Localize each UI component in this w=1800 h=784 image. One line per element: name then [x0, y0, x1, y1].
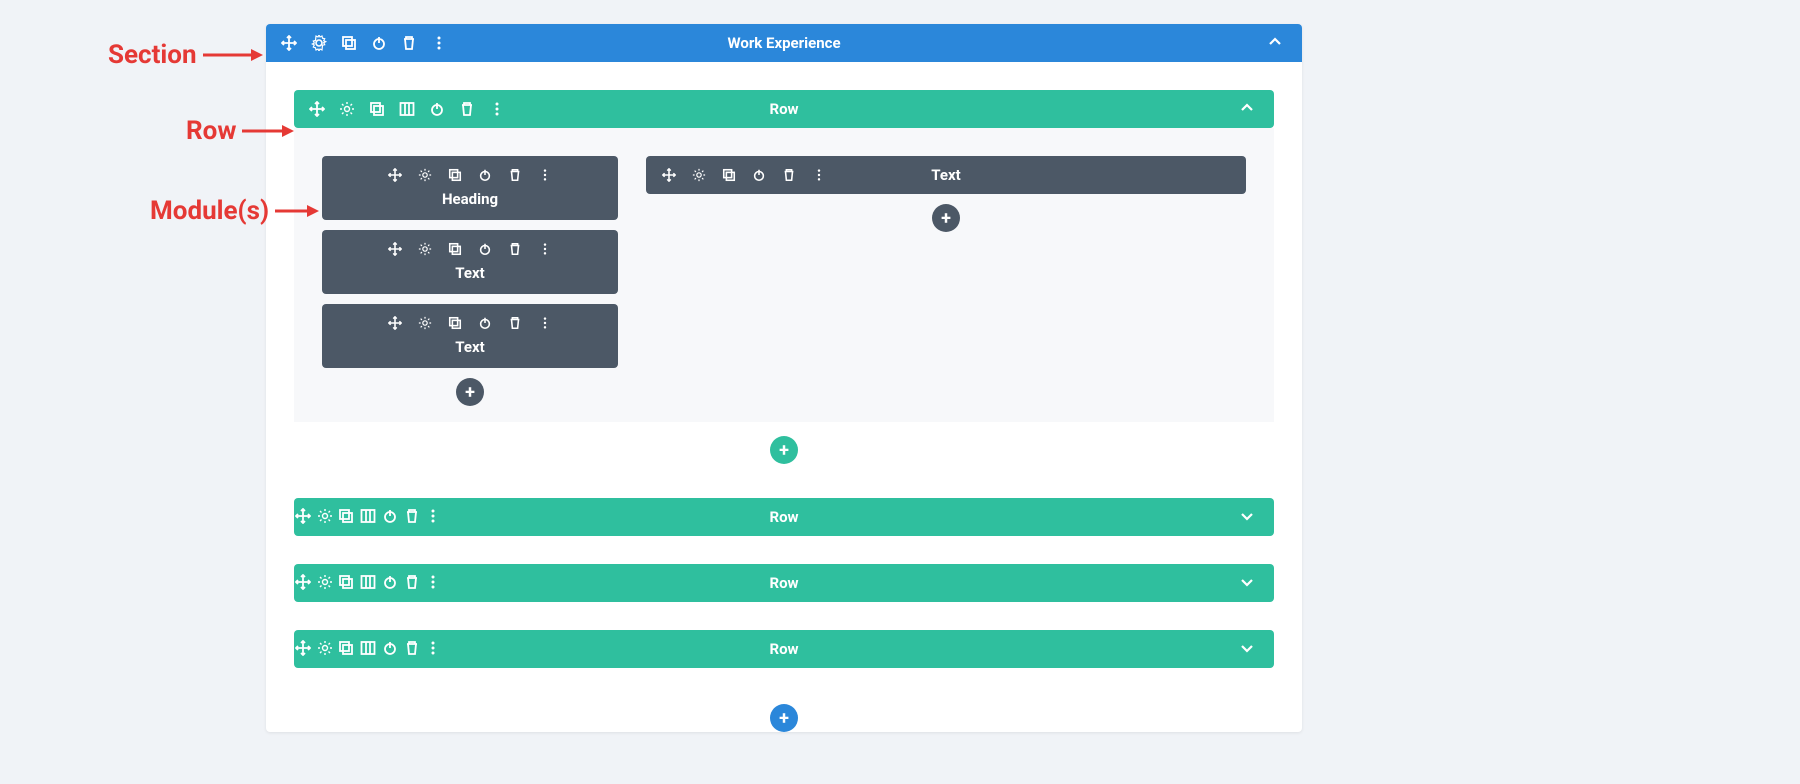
section-header[interactable]: Work Experience: [266, 24, 1302, 62]
duplicate-icon[interactable]: [446, 166, 464, 184]
power-icon[interactable]: [370, 34, 388, 52]
annotation-row: Row: [186, 116, 294, 146]
module-label: Text: [322, 264, 618, 282]
add-module-button[interactable]: +: [932, 204, 960, 232]
row-collapsed[interactable]: Row: [294, 564, 1274, 602]
power-icon[interactable]: [428, 100, 446, 118]
annotation-modules: Module(s): [150, 196, 319, 226]
power-icon[interactable]: [476, 166, 494, 184]
arrow-icon: [203, 47, 263, 63]
columns-icon[interactable]: [398, 100, 416, 118]
duplicate-icon[interactable]: [446, 240, 464, 258]
chevron-up-icon: [1238, 99, 1256, 117]
power-icon[interactable]: [476, 314, 494, 332]
row-header[interactable]: Row: [294, 90, 1274, 128]
more-icon[interactable]: [430, 34, 448, 52]
trash-icon[interactable]: [506, 166, 524, 184]
add-section-button[interactable]: +: [770, 704, 798, 732]
add-module-button[interactable]: +: [456, 378, 484, 406]
column-right: Text +: [646, 156, 1246, 232]
module-text[interactable]: Text: [322, 304, 618, 368]
duplicate-icon[interactable]: [340, 34, 358, 52]
power-icon[interactable]: [476, 240, 494, 258]
plus-icon: +: [779, 440, 789, 461]
row-title: Row: [769, 640, 798, 658]
add-row-button[interactable]: +: [770, 436, 798, 464]
gear-icon[interactable]: [310, 34, 328, 52]
section-toolbar: [266, 34, 462, 52]
annotation-section: Section: [108, 40, 263, 70]
annotation-row-label: Row: [186, 116, 236, 146]
gear-icon[interactable]: [416, 240, 434, 258]
annotation-section-label: Section: [108, 40, 197, 70]
module-toolbar: [646, 166, 842, 184]
move-icon[interactable]: [660, 166, 678, 184]
gear-icon[interactable]: [416, 166, 434, 184]
power-icon[interactable]: [750, 166, 768, 184]
move-icon[interactable]: [386, 314, 404, 332]
trash-icon[interactable]: [506, 314, 524, 332]
gear-icon[interactable]: [338, 100, 356, 118]
gear-icon[interactable]: [690, 166, 708, 184]
chevron-up-icon: [1266, 33, 1284, 51]
trash-icon[interactable]: [506, 240, 524, 258]
plus-icon: +: [779, 708, 789, 729]
module-text[interactable]: Text: [646, 156, 1246, 194]
page-builder: Work Experience: [266, 24, 1302, 732]
move-icon[interactable]: [308, 100, 326, 118]
row-title: Row: [769, 508, 798, 526]
module-toolbar: [322, 314, 618, 332]
collapse-button[interactable]: [1220, 99, 1274, 119]
module-toolbar: [322, 240, 618, 258]
module-text[interactable]: Text: [322, 230, 618, 294]
duplicate-icon[interactable]: [720, 166, 738, 184]
row-collapsed[interactable]: Row: [294, 630, 1274, 668]
row-title: Row: [769, 100, 798, 118]
module-label: Text: [322, 338, 618, 356]
duplicate-icon[interactable]: [368, 100, 386, 118]
trash-icon[interactable]: [458, 100, 476, 118]
row-body: Heading Text: [294, 128, 1274, 422]
move-icon[interactable]: [280, 34, 298, 52]
more-icon[interactable]: [536, 166, 554, 184]
more-icon[interactable]: [536, 314, 554, 332]
plus-icon: +: [465, 382, 475, 403]
arrow-icon: [242, 123, 294, 139]
trash-icon[interactable]: [400, 34, 418, 52]
plus-icon: +: [941, 208, 951, 229]
move-icon[interactable]: [386, 166, 404, 184]
column-left: Heading Text: [322, 156, 618, 406]
more-icon[interactable]: [488, 100, 506, 118]
module-label: Heading: [322, 190, 618, 208]
row-title: Row: [769, 574, 798, 592]
module-heading[interactable]: Heading: [322, 156, 618, 220]
row-toolbar: [294, 100, 520, 118]
module-toolbar: [322, 166, 618, 184]
row-collapsed[interactable]: Row: [294, 498, 1274, 536]
section-title: Work Experience: [727, 34, 840, 52]
more-icon[interactable]: [810, 166, 828, 184]
row-expanded: Row: [294, 90, 1274, 422]
gear-icon[interactable]: [416, 314, 434, 332]
more-icon[interactable]: [536, 240, 554, 258]
module-label: Text: [931, 166, 960, 184]
duplicate-icon[interactable]: [446, 314, 464, 332]
annotation-modules-label: Module(s): [150, 196, 269, 226]
move-icon[interactable]: [386, 240, 404, 258]
arrow-icon: [275, 203, 319, 219]
collapse-button[interactable]: [1248, 33, 1302, 53]
trash-icon[interactable]: [780, 166, 798, 184]
section-body: Row: [266, 62, 1302, 498]
